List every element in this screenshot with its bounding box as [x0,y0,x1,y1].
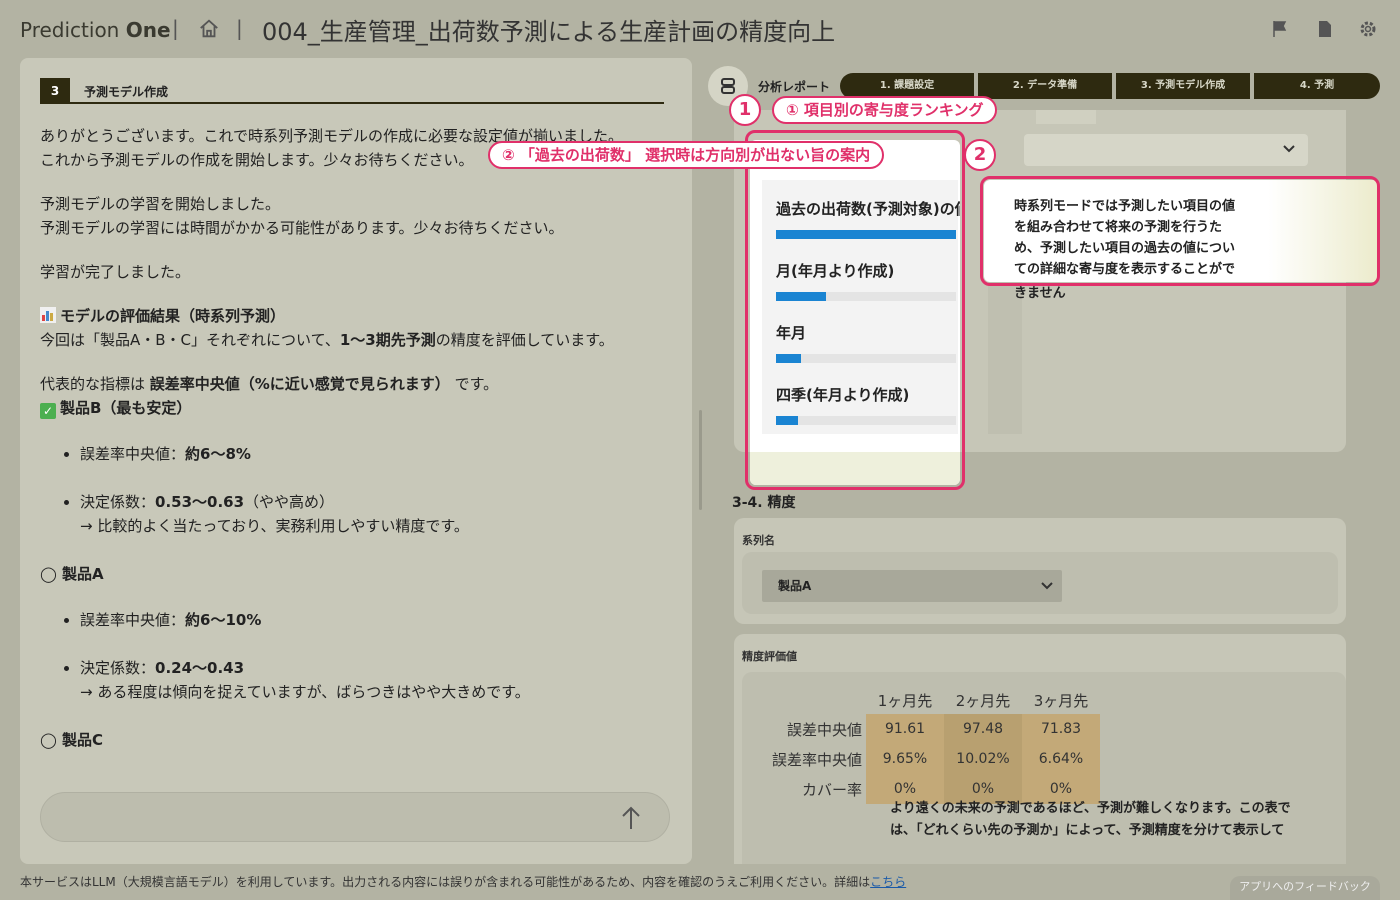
flag-icon[interactable] [1271,20,1289,38]
brand-logo[interactable]: Prediction One [20,18,171,42]
step-tab[interactable]: 3. 予測モデル作成 [1116,73,1250,99]
product-a-list: 誤差率中央値：約6〜10% 決定係数：0.24〜0.43→ ある程度は傾向を捉え… [40,608,680,704]
message-line: 学習が完了しました。 [40,263,191,281]
annotation-number-1: 1 [729,94,761,126]
footer-disclaimer: 本サービスはLLM（大規模言語モデル）を利用しています。出力される内容には誤りが… [20,875,907,889]
report-label: 分析レポート [758,80,831,94]
list-item: 誤差率中央値：約6〜8% [80,442,680,466]
column-header: 3ヶ月先 [1033,691,1089,710]
list-item: 決定係数：0.53〜0.63（やや高め）→ 比較的よく当たっており、実務利用しや… [80,490,680,538]
series-label: 系列名 [742,534,775,547]
accuracy-label: 精度評価値 [742,650,797,663]
table-header-row: 1ヶ月先 2ヶ月先 3ヶ月先 [766,686,1100,714]
table-row: 誤差率中央値 9.65% 10.02% 6.64% [766,744,1100,774]
home-icon[interactable] [198,18,220,40]
check-icon: ✓ [40,403,56,419]
annotation-frame-1 [745,130,965,490]
series-select[interactable]: 製品A [762,570,1062,602]
accuracy-note: より遠くの未来の予測であるほど、予測が難しくなります。この表で は、「どれくらい… [890,801,1291,838]
header-separator: | [172,16,179,40]
eval-heading: モデルの評価結果（時系列予測） [40,304,680,328]
row-label: 誤差中央値 [786,720,862,739]
row-label: 誤差率中央値 [771,750,862,769]
accuracy-box: 1ヶ月先 2ヶ月先 3ヶ月先 誤差中央値 91.61 97.48 71.83 誤… [742,672,1346,864]
product-c-title: ◯ 製品C [40,731,104,749]
chat-input[interactable] [40,792,670,842]
series-card: 系列名 製品A [734,518,1346,624]
accuracy-card: 精度評価値 1ヶ月先 2ヶ月先 3ヶ月先 誤差中央値 91.61 97.48 7… [734,634,1346,864]
chevron-down-icon [1041,582,1053,590]
table-cell: 6.64% [1022,744,1100,774]
feedback-button[interactable]: アプリへのフィードバック [1230,876,1380,900]
row-label: カバー率 [801,780,862,799]
details-link[interactable]: こちら [870,875,906,889]
chevron-down-icon [1283,145,1295,153]
header-separator: | [236,16,243,40]
document-icon[interactable] [1316,20,1334,38]
message-line: 予測モデルの学習を開始しました。 [40,195,281,213]
step-tab[interactable]: 4. 予測 [1254,73,1380,99]
table-row: 誤差中央値 91.61 97.48 71.83 [766,714,1100,744]
table-cell: 9.65% [866,744,944,774]
message-line: 予測モデルの学習には時間がかかる可能性があります。少々お待ちください。 [40,219,564,237]
annotation-frame-2 [980,176,1380,286]
page-title: 004_生産管理_出荷数予測による生産計画の精度向上 [262,18,836,46]
annotation-label-2: ② 「過去の出荷数」 選択時は方向別が出ない旨の案内 [488,141,885,169]
card-tab [1036,110,1096,124]
step-tab[interactable]: 2. データ準備 [978,73,1112,99]
table-cell: 10.02% [944,744,1022,774]
column-header: 2ヶ月先 [955,691,1011,710]
metric-description: 代表的な指標は 誤差率中央値（%に近い感覚で見られます） です。 [40,375,499,393]
step-number: 3 [40,78,70,104]
send-arrow-icon[interactable] [619,805,643,831]
product-b-title: ✓ 製品B（最も安定） [40,396,680,420]
app-header: Prediction One | | 004_生産管理_出荷数予測による生産計画… [0,0,1400,58]
section-title: 3-4. 精度 [732,495,796,511]
accuracy-table: 1ヶ月先 2ヶ月先 3ヶ月先 誤差中央値 91.61 97.48 71.83 誤… [766,686,1100,804]
bar-chart-icon [40,307,56,323]
product-b-list: 誤差率中央値：約6〜8% 決定係数：0.53〜0.63（やや高め）→ 比較的よく… [40,442,680,538]
annotation-number-2: 2 [964,139,996,171]
table-cell: 91.61 [866,714,944,744]
step-label: 予測モデル作成 [84,85,169,99]
item-select[interactable] [1024,134,1308,166]
list-item: 誤差率中央値：約6〜10% [80,608,680,632]
step-header: 3 予測モデル作成 [40,78,664,104]
annotation-label-1: ① 項目別の寄与度ランキング [772,96,998,124]
eval-intro: 今回は「製品A・B・C」それぞれについて、1〜3期先予測の精度を評価しています。 [40,331,614,349]
chat-messages: ありがとうございます。これで時系列予測モデルの作成に必要な設定値が揃いました。 … [40,124,680,752]
table-cell: 71.83 [1022,714,1100,744]
column-header: 1ヶ月先 [877,691,933,710]
gear-icon[interactable] [1359,20,1377,38]
table-cell: 97.48 [944,714,1022,744]
product-a-title: ◯ 製品A [40,565,104,583]
chat-panel: 3 予測モデル作成 ありがとうございます。これで時系列予測モデルの作成に必要な設… [20,58,692,864]
list-item: 決定係数：0.24〜0.43→ ある程度は傾向を捉えていますが、ばらつきはやや大… [80,656,680,704]
series-box: 製品A [742,552,1338,614]
